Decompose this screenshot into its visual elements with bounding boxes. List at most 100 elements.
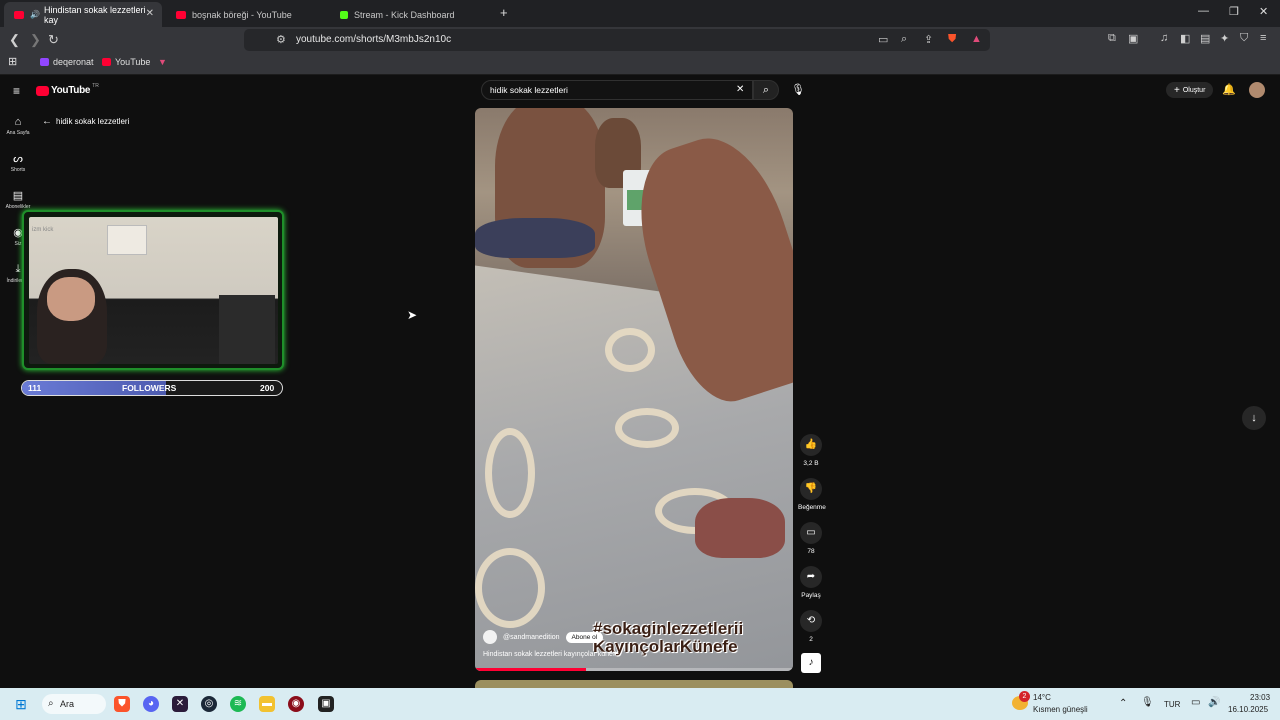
tab-bosnak-boregi[interactable]: boşnak böreği - YouTube	[166, 2, 326, 27]
tab-close-icon[interactable]: ✕	[146, 8, 154, 19]
share-button[interactable]: ➦ Paylaş	[798, 566, 824, 599]
taskbar-search[interactable]: ⌕ Ara	[42, 694, 106, 714]
input-language[interactable]: TUR	[1164, 700, 1180, 709]
url-text[interactable]: youtube.com/shorts/M3mbJs2n10c	[296, 34, 451, 45]
hamburger-menu-icon[interactable]: ≡	[13, 84, 20, 98]
followers-goal-bar: 111 FOLLOWERS 200	[21, 380, 283, 396]
youtube-favicon-icon	[14, 10, 24, 19]
brave-browser-icon[interactable]: ⛊	[114, 696, 130, 712]
back-to-search[interactable]: ← hidik sokak lezzetleri	[42, 116, 129, 127]
channel-avatar[interactable]	[483, 630, 497, 644]
weather-temp[interactable]: 14°C	[1033, 693, 1051, 702]
search-input[interactable]: hidik sokak lezzetleri	[490, 85, 568, 95]
webcam-label: izm kick	[32, 227, 54, 233]
sidebar-item-subscriptions[interactable]: ▤ Abonelikler	[4, 189, 32, 210]
back-icon[interactable]: ❮	[9, 32, 20, 48]
search-icon: ⌕	[762, 84, 770, 96]
minimize-icon[interactable]: —	[1198, 5, 1209, 17]
create-button[interactable]: + Oluştur	[1166, 82, 1214, 98]
wallet-icon[interactable]: ▤	[1200, 32, 1210, 45]
next-video-button[interactable]: ↓	[1242, 406, 1266, 430]
bookmark-youtube[interactable]: YouTube	[102, 57, 150, 67]
menu-icon[interactable]: ≡	[1260, 32, 1266, 44]
dislike-button[interactable]: 👎 Beğenme	[798, 478, 826, 511]
clear-search-icon[interactable]: ✕	[736, 84, 744, 95]
notifications-icon[interactable]: 🔔	[1222, 83, 1236, 96]
like-button[interactable]: 👍 3,2 B	[798, 434, 824, 467]
tab-title: Hindistan sokak lezzetleri kay	[43, 4, 146, 25]
steam-icon[interactable]: ◎	[201, 696, 217, 712]
weather-badge: 2	[1019, 691, 1030, 702]
cast-icon[interactable]: ▭	[878, 33, 888, 46]
site-settings-icon[interactable]: ⚙	[276, 33, 286, 46]
video-dough	[615, 408, 679, 448]
sound-thumbnail[interactable]: ♪	[801, 653, 821, 673]
spotify-icon[interactable]: ≋	[230, 696, 246, 712]
search-button[interactable]: ⌕	[753, 80, 779, 100]
obs-kick-icon[interactable]: ▣	[318, 696, 334, 712]
app-red-icon[interactable]: ◉	[288, 696, 304, 712]
comment-icon: ▭	[800, 522, 822, 544]
subscribe-button[interactable]: Abone ol	[565, 631, 604, 643]
share-icon[interactable]: ⇪	[924, 33, 933, 46]
browser-toolbar: ❮ ❯ ↻ ☐ ⚙ youtube.com/shorts/M3mbJs2n10c…	[0, 27, 1280, 53]
short-video-player[interactable]: #sokaginlezzetlerii KayınçolarKünefe @sa…	[475, 108, 793, 671]
brave-shields-icon[interactable]: ⛊	[948, 33, 956, 46]
window-close-icon[interactable]: ✕	[1259, 5, 1268, 18]
channel-name[interactable]: @sandmanedition	[503, 634, 560, 641]
avatar[interactable]	[1249, 82, 1265, 98]
tray-chevron-icon[interactable]: ⌃	[1119, 698, 1127, 709]
windows-start-icon[interactable]: ⊞	[13, 696, 29, 712]
bookmarks-bar: ⊞ deqeronat YouTube ▼	[0, 53, 1280, 75]
search-box[interactable]: hidik sokak lezzetleri ✕	[481, 80, 753, 100]
restore-icon[interactable]: ❐	[1229, 5, 1239, 18]
weather-desc[interactable]: Kısmen güneşli	[1033, 705, 1088, 714]
mouse-cursor-icon: ➤	[407, 308, 418, 322]
screenshot-icon[interactable]: ▣	[1128, 32, 1138, 45]
twitch-icon	[40, 58, 49, 66]
bookmark-deqeronat[interactable]: deqeronat	[40, 57, 94, 67]
tray-mic-icon[interactable]: 🎙	[1141, 697, 1154, 708]
video-person	[475, 218, 595, 258]
vpn-icon[interactable]: ⛉	[1240, 32, 1248, 45]
voice-search-button[interactable]: 🎙	[788, 80, 808, 100]
arrow-down-icon: ↓	[1251, 412, 1257, 424]
zoom-icon[interactable]: ⌕	[901, 33, 907, 46]
address-bar[interactable]: ⚙ youtube.com/shorts/M3mbJs2n10c ▭ ⌕ ⇪ ⛊…	[244, 29, 990, 51]
sound-icon: ♪	[808, 657, 814, 668]
tab-kick-dashboard[interactable]: Stream - Kick Dashboard	[330, 2, 494, 27]
video-overlay-text: #sokaginlezzetlerii KayınçolarKünefe	[593, 619, 744, 656]
tab-hindistan-sokak[interactable]: 🔊 Hindistan sokak lezzetleri kay ✕	[4, 2, 162, 27]
network-icon[interactable]: ▭	[1191, 697, 1200, 708]
kick-favicon-icon	[340, 10, 348, 19]
media-icon[interactable]: ♫	[1160, 32, 1168, 44]
sidebar-item-home[interactable]: ⌂ Ana Sayfa	[4, 116, 32, 136]
windows-taskbar: ⊞ ⌕ Ara ⛊ ◕ ✕ ◎ ≋ ▬ ◉ ▣ 2 14°C Kısmen gü…	[0, 688, 1280, 720]
clock-date[interactable]: 16.10.2025	[1228, 705, 1268, 714]
discord-icon[interactable]: ◕	[143, 696, 159, 712]
sidebar-icon[interactable]: ◧	[1180, 32, 1190, 45]
file-explorer-icon[interactable]: ▬	[259, 696, 275, 712]
new-tab-button[interactable]: +	[500, 5, 508, 20]
thumbs-down-icon: 👎	[800, 478, 822, 500]
sidebar-item-shorts[interactable]: ᔕ Shorts	[4, 152, 32, 173]
comments-button[interactable]: ▭ 78	[798, 522, 824, 555]
brave-rewards-icon[interactable]: ▲	[971, 33, 982, 45]
extensions-icon[interactable]: ⧉	[1108, 32, 1116, 45]
tab-title: boşnak böreği - YouTube	[192, 9, 292, 20]
brave-news-icon[interactable]: ▼	[158, 57, 167, 67]
leo-ai-icon[interactable]: ✦	[1220, 32, 1229, 45]
apps-grid-icon[interactable]: ⊞	[8, 55, 17, 68]
remix-button[interactable]: ⟲ 2	[798, 610, 824, 643]
video-progress-bar[interactable]	[475, 668, 793, 671]
reload-icon[interactable]: ↻	[48, 32, 59, 48]
webcam-overlay: izm kick	[22, 210, 284, 370]
app-icon[interactable]: ✕	[172, 696, 188, 712]
video-caption[interactable]: Hindistan sokak lezzetleri kayınçolar kü…	[483, 651, 619, 658]
forward-icon[interactable]: ❯	[30, 32, 41, 48]
volume-icon[interactable]: 🔊	[1208, 697, 1220, 708]
tab-title: Stream - Kick Dashboard	[354, 9, 455, 20]
clock-time[interactable]: 23:03	[1250, 693, 1270, 702]
youtube-logo[interactable]: YouTube TR	[36, 83, 99, 96]
followers-label: FOLLOWERS	[122, 383, 177, 393]
